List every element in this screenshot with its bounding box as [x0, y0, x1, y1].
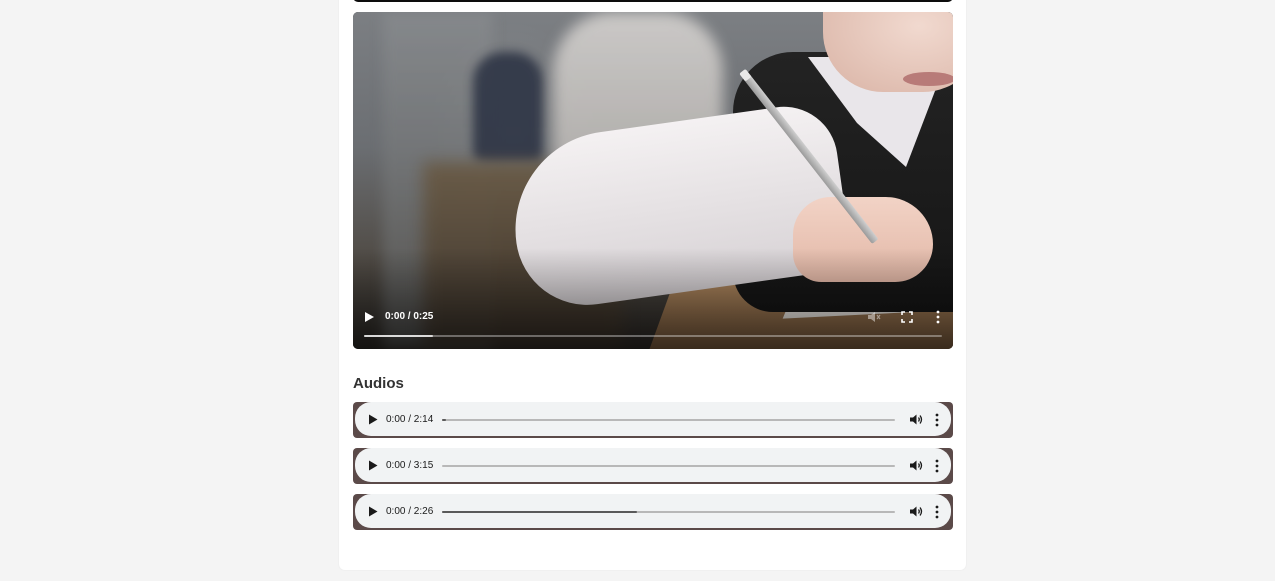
previous-video-player[interactable] — [353, 0, 953, 2]
audio-progress — [442, 419, 446, 421]
audio-player[interactable]: 0:00 / 2:14 — [353, 402, 953, 438]
audio-seek-bar[interactable] — [442, 465, 895, 467]
audio-player[interactable]: 0:00 / 2:26 — [353, 494, 953, 530]
audio-seek-bar[interactable] — [442, 511, 895, 513]
more-options-icon[interactable] — [935, 310, 941, 324]
volume-icon[interactable] — [909, 459, 923, 472]
video-seek-bar[interactable] — [364, 335, 942, 337]
video-frame — [353, 12, 953, 349]
audio-time-display: 0:00 / 2:14 — [386, 414, 434, 425]
audios-heading: Audios — [353, 375, 404, 392]
play-icon[interactable] — [368, 506, 378, 517]
volume-icon[interactable] — [909, 505, 923, 518]
video-controls: 0:00 / 0:25 — [353, 303, 953, 349]
play-icon[interactable] — [368, 460, 378, 471]
mute-icon[interactable] — [867, 311, 881, 323]
video-buffered-range — [364, 335, 434, 337]
play-icon[interactable] — [368, 414, 378, 425]
fullscreen-icon[interactable] — [901, 311, 913, 323]
audio-time-display: 0:00 / 3:15 — [386, 460, 434, 471]
audio-time-display: 0:00 / 2:26 — [386, 506, 434, 517]
audio-seek-bar[interactable] — [442, 419, 895, 421]
play-icon[interactable] — [363, 311, 375, 323]
more-options-icon[interactable] — [934, 459, 940, 473]
video-player[interactable]: 0:00 / 0:25 — [353, 12, 953, 349]
more-options-icon[interactable] — [934, 413, 940, 427]
more-options-icon[interactable] — [934, 505, 940, 519]
audio-progress — [442, 511, 637, 513]
volume-icon[interactable] — [909, 413, 923, 426]
video-time-display: 0:00 / 0:25 — [385, 311, 434, 322]
audio-player[interactable]: 0:00 / 3:15 — [353, 448, 953, 484]
